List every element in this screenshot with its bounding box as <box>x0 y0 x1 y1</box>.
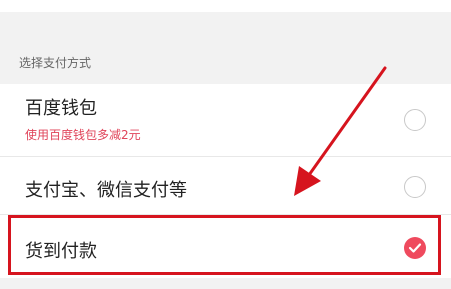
bottom-section-strip <box>0 278 451 289</box>
payment-option-cash-on-delivery[interactable]: 货到付款 <box>0 215 451 278</box>
check-mark-glyph <box>408 243 422 253</box>
option-label: 百度钱包 <box>25 98 97 119</box>
payment-option-alipay-wechat[interactable]: 支付宝、微信支付等 <box>0 157 451 215</box>
radio-empty-icon[interactable] <box>404 109 426 131</box>
option-label: 货到付款 <box>25 241 97 262</box>
payment-option-baidu-wallet[interactable]: 百度钱包 使用百度钱包多减2元 <box>0 84 451 157</box>
option-promo-text: 使用百度钱包多减2元 <box>25 128 141 142</box>
radio-empty-icon[interactable] <box>404 176 426 198</box>
check-icon[interactable] <box>404 237 426 259</box>
option-label: 支付宝、微信支付等 <box>25 180 187 201</box>
section-title: 选择支付方式 <box>19 56 92 70</box>
cutoff-header-strip <box>0 0 451 12</box>
payment-method-section-header: 选择支付方式 <box>0 12 451 84</box>
